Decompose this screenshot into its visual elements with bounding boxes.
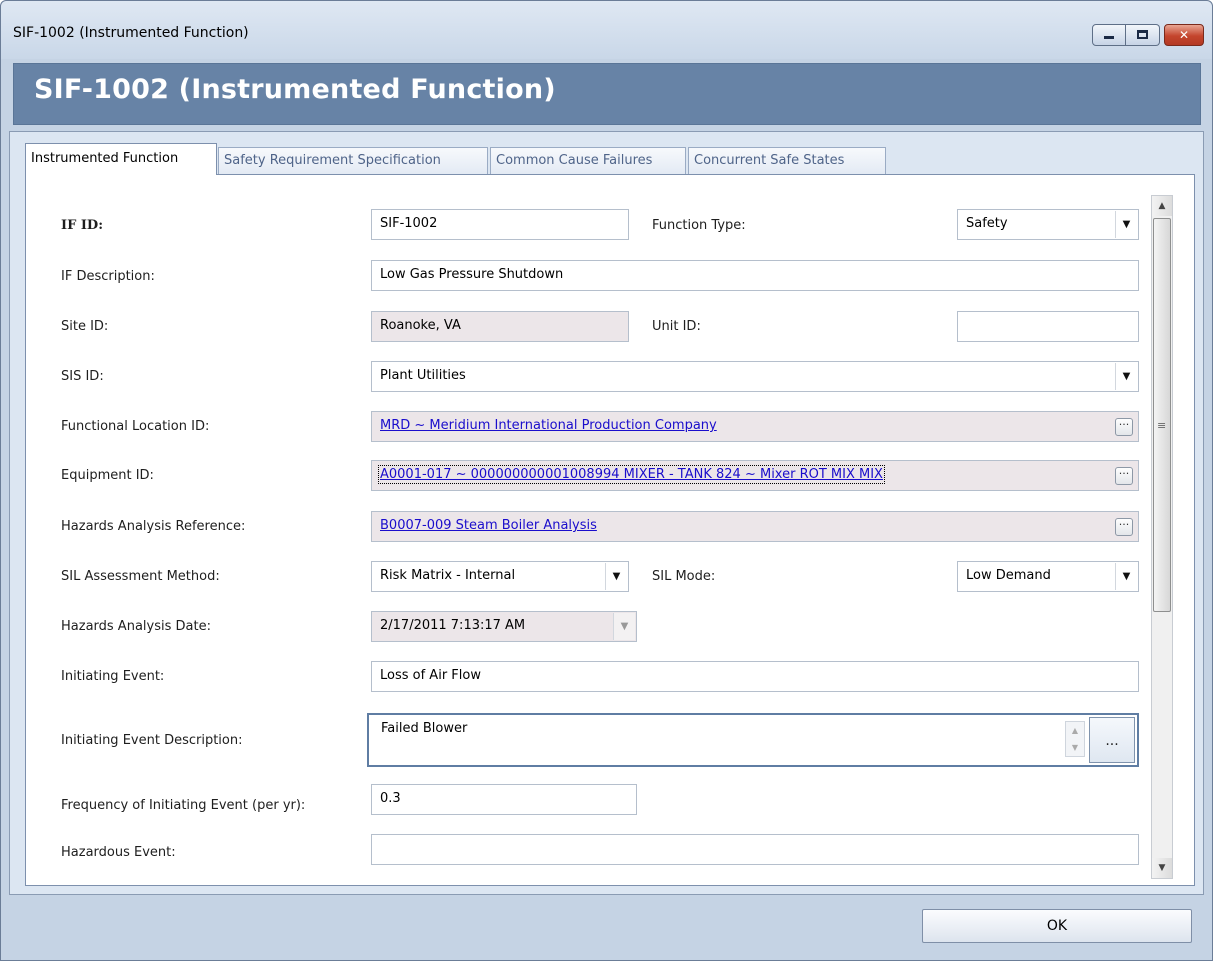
scroll-up-icon[interactable]: ▲ xyxy=(1066,722,1084,739)
functional-location-id-label: Functional Location ID: xyxy=(61,419,210,434)
equipment-id-label: Equipment ID: xyxy=(61,468,154,483)
hazards-analysis-date-label: Hazards Analysis Date: xyxy=(61,619,211,634)
site-id-field: Roanoke, VA xyxy=(371,311,629,342)
initiating-event-description-field[interactable]: Failed Blower ▲ ▼ ... xyxy=(367,713,1139,767)
hazards-analysis-reference-label: Hazards Analysis Reference: xyxy=(61,519,246,534)
site-id-label: Site ID: xyxy=(61,319,109,334)
hazards-analysis-reference-field: B0007-009 Steam Boiler Analysis ··· xyxy=(371,511,1139,542)
equipment-link[interactable]: A0001-017 ~ 000000000001008994 MIXER - T… xyxy=(378,465,885,484)
sis-id-value: Plant Utilities xyxy=(380,368,466,383)
caption-buttons: ✕ xyxy=(1092,24,1204,46)
initiating-event-field[interactable]: Loss of Air Flow xyxy=(371,661,1139,692)
ellipsis-icon[interactable]: ··· xyxy=(1115,518,1133,536)
minimize-button[interactable] xyxy=(1092,24,1126,46)
initiating-event-label: Initiating Event: xyxy=(61,669,165,684)
tab-common-cause-failures[interactable]: Common Cause Failures xyxy=(490,147,686,174)
maximize-icon xyxy=(1137,30,1148,39)
initiating-event-description-value: Failed Blower xyxy=(381,721,468,736)
unit-id-label: Unit ID: xyxy=(652,319,701,334)
unit-id-field[interactable] xyxy=(957,311,1139,342)
grip-icon: ≡ xyxy=(1157,419,1167,432)
tab-concurrent-safe-states[interactable]: Concurrent Safe States xyxy=(688,147,886,174)
sil-assessment-method-value: Risk Matrix - Internal xyxy=(380,568,516,583)
panel-scrollbar[interactable]: ▲ ≡ ▼ xyxy=(1151,195,1173,879)
if-id-label: IF ID: xyxy=(61,218,103,233)
sil-mode-label: SIL Mode: xyxy=(652,569,716,584)
sis-id-label: SIS ID: xyxy=(61,369,104,384)
scroll-up-icon[interactable]: ▲ xyxy=(1152,196,1172,216)
hazards-analysis-date-value: 2/17/2011 7:13:17 AM xyxy=(380,618,526,633)
window-title: SIF-1002 (Instrumented Function) xyxy=(13,25,249,41)
function-type-select[interactable]: Safety ▼ xyxy=(957,209,1139,240)
dialog-window: SIF-1002 (Instrumented Function) ✕ SIF-1… xyxy=(0,0,1213,961)
memo-ellipsis-button[interactable]: ... xyxy=(1089,717,1135,763)
close-button[interactable]: ✕ xyxy=(1164,24,1204,46)
hazardous-event-field[interactable] xyxy=(371,834,1139,865)
ellipsis-icon[interactable]: ··· xyxy=(1115,418,1133,436)
functional-location-id-field: MRD ~ Meridium International Production … xyxy=(371,411,1139,442)
scroll-thumb[interactable]: ≡ xyxy=(1153,218,1171,612)
scroll-down-icon[interactable]: ▼ xyxy=(1066,739,1084,756)
memo-scrollbar[interactable]: ▲ ▼ xyxy=(1065,721,1085,757)
frequency-field[interactable]: 0.3 xyxy=(371,784,637,815)
tab-safety-requirement-specification[interactable]: Safety Requirement Specification xyxy=(218,147,488,174)
tab-instrumented-function[interactable]: Instrumented Function xyxy=(25,143,217,175)
ok-button[interactable]: OK xyxy=(922,909,1192,943)
chevron-down-icon[interactable]: ▼ xyxy=(1115,211,1137,238)
equipment-id-field: A0001-017 ~ 000000000001008994 MIXER - T… xyxy=(371,460,1139,491)
ellipsis-icon[interactable]: ··· xyxy=(1115,467,1133,485)
chevron-down-icon[interactable]: ▼ xyxy=(1115,363,1137,390)
if-id-field[interactable]: SIF-1002 xyxy=(371,209,629,240)
function-type-label: Function Type: xyxy=(652,218,746,233)
chevron-down-icon: ▼ xyxy=(613,613,635,640)
hazards-analysis-link[interactable]: B0007-009 Steam Boiler Analysis xyxy=(380,518,597,533)
sil-assessment-method-label: SIL Assessment Method: xyxy=(61,569,220,584)
page-title: SIF-1002 (Instrumented Function) xyxy=(34,74,556,105)
sis-id-select[interactable]: Plant Utilities ▼ xyxy=(371,361,1139,392)
hazards-analysis-date-field: 2/17/2011 7:13:17 AM ▼ xyxy=(371,611,637,642)
page-header: SIF-1002 (Instrumented Function) xyxy=(13,63,1201,125)
scroll-down-icon[interactable]: ▼ xyxy=(1152,858,1172,878)
functional-location-link[interactable]: MRD ~ Meridium International Production … xyxy=(380,418,717,433)
if-description-field[interactable]: Low Gas Pressure Shutdown xyxy=(371,260,1139,291)
initiating-event-description-label: Initiating Event Description: xyxy=(61,733,243,748)
if-description-label: IF Description: xyxy=(61,269,155,284)
sil-mode-value: Low Demand xyxy=(966,568,1051,583)
title-bar[interactable]: SIF-1002 (Instrumented Function) ✕ xyxy=(1,1,1212,59)
chevron-down-icon[interactable]: ▼ xyxy=(605,563,627,590)
sil-mode-select[interactable]: Low Demand ▼ xyxy=(957,561,1139,592)
minimize-icon xyxy=(1104,36,1114,39)
maximize-button[interactable] xyxy=(1126,24,1160,46)
sil-assessment-method-select[interactable]: Risk Matrix - Internal ▼ xyxy=(371,561,629,592)
chevron-down-icon[interactable]: ▼ xyxy=(1115,563,1137,590)
hazardous-event-label: Hazardous Event: xyxy=(61,845,176,860)
close-icon: ✕ xyxy=(1178,28,1190,42)
function-type-value: Safety xyxy=(966,216,1008,231)
frequency-label: Frequency of Initiating Event (per yr): xyxy=(61,798,306,813)
